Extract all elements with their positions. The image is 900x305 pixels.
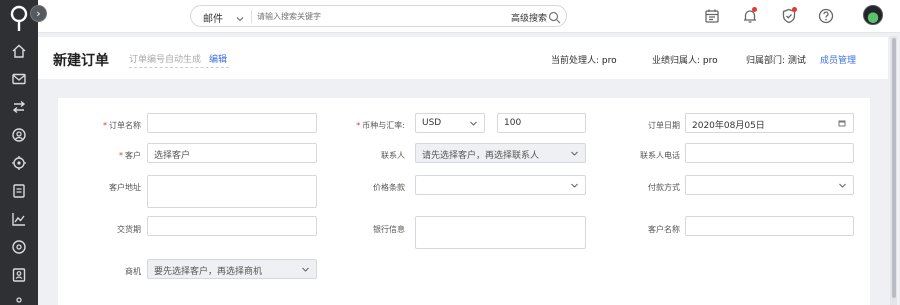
chart-icon[interactable]: [11, 211, 27, 227]
current-handler: 当前处理人: pro: [551, 53, 617, 66]
members-management-link[interactable]: 成员管理: [820, 53, 856, 66]
calendar-icon: [838, 119, 846, 127]
order-form: * 订单名称 * 币种与汇率: USD 100 订单日期 2020年08月05日 *…: [58, 98, 870, 305]
contact-card-icon[interactable]: [11, 267, 27, 283]
bank-info-textarea[interactable]: [415, 216, 586, 249]
payment-method-select[interactable]: [685, 175, 854, 195]
customer-name-label: 客户名称: [648, 225, 680, 234]
department-label: 归属部门:: [746, 56, 786, 66]
order-name-label: * 订单名称: [103, 121, 141, 130]
contact-label: 联系人: [381, 151, 405, 160]
customer-icon[interactable]: [11, 127, 27, 143]
customer-name-field[interactable]: [685, 216, 854, 236]
page-scrollbar-thumb[interactable]: [892, 38, 896, 298]
performance-owner-label: 业绩归属人:: [652, 56, 701, 66]
search-input[interactable]: [257, 8, 497, 24]
department-value: 测试: [787, 56, 806, 66]
edit-order-number-link[interactable]: 编辑: [209, 52, 227, 65]
delivery-field[interactable]: [147, 216, 317, 236]
app-root: › 邮件 高级搜索 新建订: [0, 0, 900, 305]
opportunity-label: 商机: [125, 267, 141, 276]
currency-label: * 币种与汇率:: [356, 121, 405, 130]
avatar[interactable]: [863, 5, 883, 25]
order-number-hint: 订单编号自动生成: [129, 55, 202, 65]
document-icon[interactable]: [11, 183, 27, 199]
target-icon[interactable]: [11, 155, 27, 171]
customer-address-label: 客户地址: [109, 183, 141, 192]
chevron-down-icon[interactable]: [235, 9, 245, 22]
more-nav-icon[interactable]: [11, 295, 27, 305]
location-icon[interactable]: [11, 239, 27, 255]
chevron-down-icon: [301, 265, 310, 274]
home-icon[interactable]: [11, 43, 27, 59]
current-handler-label: 当前处理人:: [551, 56, 600, 66]
owning-department: 归属部门: 测试: [746, 53, 806, 66]
global-search: 邮件 高级搜索: [190, 5, 567, 27]
notification-dot: [752, 7, 757, 12]
search-icon[interactable]: [548, 9, 561, 24]
shield-alert-dot: [792, 7, 797, 12]
currency-select[interactable]: USD: [415, 113, 485, 133]
chevron-right-icon: ›: [36, 7, 41, 20]
page-header: 新建订单 订单编号自动生成 编辑 当前处理人: pro 业绩归属人: pro 归…: [38, 37, 888, 79]
payment-method-label: 付款方式: [648, 183, 680, 192]
order-date-label: 订单日期: [648, 121, 680, 130]
current-handler-value: pro: [601, 56, 617, 66]
contact-phone-field[interactable]: [685, 143, 854, 163]
contact-select[interactable]: 请先选择客户，再选择联系人: [415, 143, 586, 163]
price-terms-select[interactable]: [415, 175, 586, 195]
bank-info-label: 银行信息: [373, 225, 405, 234]
help-icon[interactable]: [817, 7, 835, 25]
customer-select[interactable]: 选择客户: [147, 143, 317, 163]
transfer-icon[interactable]: [11, 99, 27, 115]
advanced-search-link[interactable]: 高级搜索: [511, 11, 547, 24]
price-terms-label: 价格条款: [373, 183, 405, 192]
chevron-down-icon: [469, 119, 478, 128]
search-divider: [251, 10, 252, 23]
top-bar: 邮件 高级搜索: [38, 0, 900, 33]
order-number-underline: [129, 67, 229, 68]
sidebar-collapse-button[interactable]: ›: [30, 5, 47, 22]
performance-owner-value: pro: [702, 56, 718, 66]
logo-icon[interactable]: [9, 5, 29, 33]
chevron-down-icon: [838, 181, 847, 190]
page-title: 新建订单: [53, 53, 109, 69]
order-name-field[interactable]: [147, 113, 317, 133]
customer-label: * 客户: [119, 151, 141, 160]
mail-icon[interactable]: [11, 71, 27, 87]
opportunity-select[interactable]: 要先选择客户，再选择商机: [147, 259, 317, 279]
performance-owner: 业绩归属人: pro: [652, 53, 718, 66]
contact-phone-label: 联系人电话: [640, 151, 680, 160]
order-date-field[interactable]: 2020年08月05日: [685, 113, 854, 133]
search-scope-select[interactable]: 邮件: [203, 10, 223, 25]
customer-address-textarea[interactable]: [147, 175, 317, 208]
delivery-label: 交货期: [117, 225, 141, 234]
calendar-icon[interactable]: [703, 7, 721, 25]
